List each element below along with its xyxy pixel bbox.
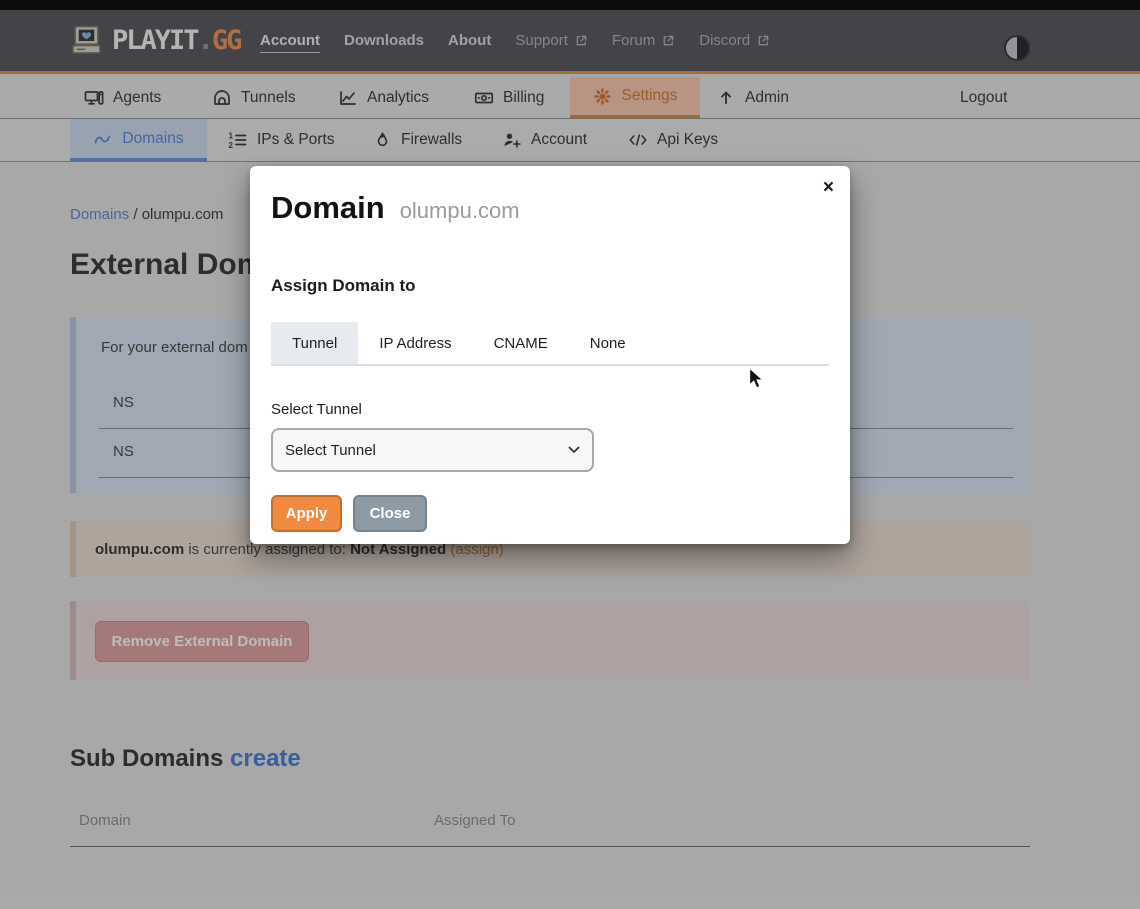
domain-modal: × Domain olumpu.com Assign Domain to Tun… [250,166,850,544]
tunnel-select[interactable]: Select Tunnel [271,428,594,472]
close-button[interactable]: Close [353,495,427,532]
chevron-down-icon [568,446,580,454]
tab-cname[interactable]: CNAME [473,322,569,364]
modal-button-row: Apply Close [271,495,427,532]
select-tunnel-label: Select Tunnel [271,401,362,418]
modal-title: Domain [271,190,385,226]
tab-tunnel[interactable]: Tunnel [271,322,358,364]
playit-app: PLAYIT.GG Account Downloads About Suppor… [0,0,1140,909]
tab-none[interactable]: None [569,322,647,364]
modal-subtitle-domain: olumpu.com [400,198,520,224]
assign-domain-to-heading: Assign Domain to [271,276,416,296]
tab-ip-address[interactable]: IP Address [358,322,472,364]
mouse-cursor [748,367,768,391]
apply-button[interactable]: Apply [271,495,342,532]
modal-title-row: Domain olumpu.com [271,190,520,226]
tunnel-select-value: Select Tunnel [285,442,376,459]
close-icon[interactable]: × [820,175,837,200]
assign-target-tabs: Tunnel IP Address CNAME None [271,322,829,366]
